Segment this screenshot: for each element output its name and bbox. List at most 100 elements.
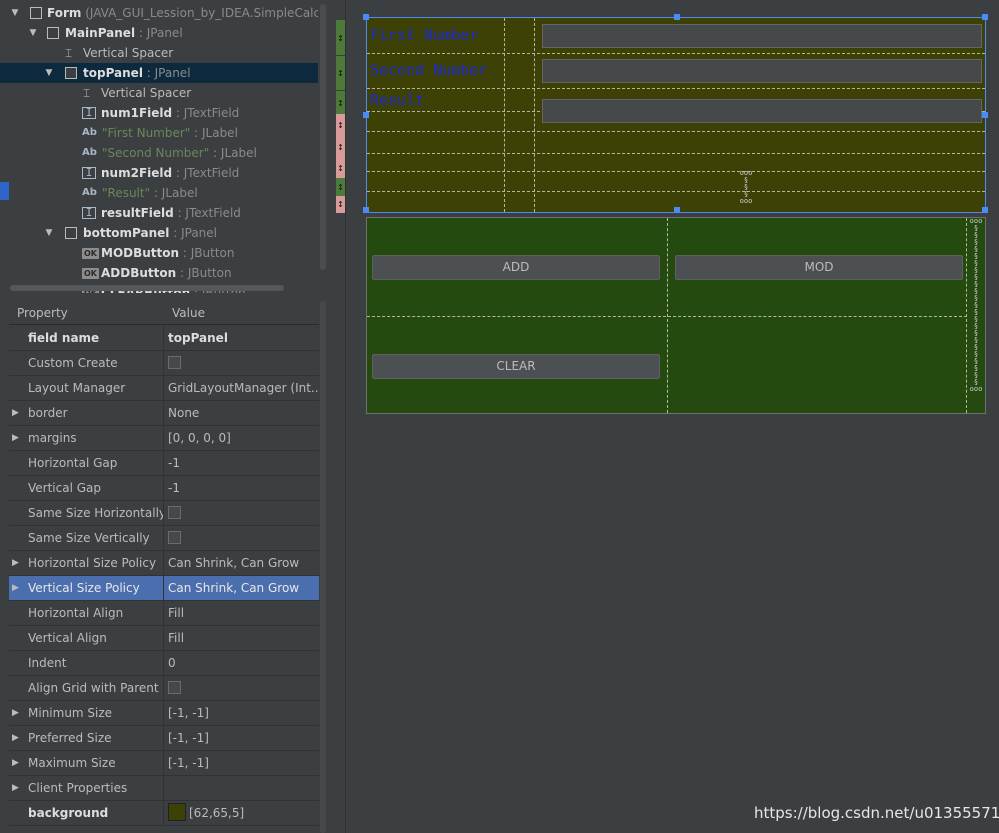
property-value[interactable]: Can Shrink, Can Grow: [168, 551, 319, 575]
property-row[interactable]: ▶ border None: [9, 401, 319, 426]
property-row[interactable]: Vertical Gap -1: [9, 476, 319, 501]
tree-item[interactable]: ▼ Form (JAVA_GUI_Lession_by_IDEA.SimpleCa…: [0, 3, 318, 23]
property-row[interactable]: Vertical Align Fill: [9, 626, 319, 651]
resize-handle[interactable]: [982, 207, 988, 213]
property-row[interactable]: Indent 0: [9, 651, 319, 676]
property-value[interactable]: 0: [168, 651, 319, 675]
tree-item[interactable]: Inum1Field : JTextField: [0, 103, 318, 123]
top-panel[interactable]: First Number Second Number Result ooo § § §…: [366, 17, 986, 213]
property-value[interactable]: [-1, -1]: [168, 701, 319, 725]
mod-button[interactable]: MOD: [675, 255, 963, 280]
property-row[interactable]: Same Size Vertically: [9, 526, 319, 551]
checkbox-icon[interactable]: [30, 7, 42, 19]
checkbox-icon[interactable]: [65, 67, 77, 79]
expand-triangle-icon[interactable]: ▼: [28, 23, 38, 43]
tree-item[interactable]: ▼ MainPanel : JPanel: [0, 23, 318, 43]
property-value[interactable]: [62,65,5]: [168, 801, 319, 825]
tree-item[interactable]: IresultField : JTextField: [0, 203, 318, 223]
property-row[interactable]: Custom Create: [9, 351, 319, 376]
resize-handle[interactable]: [363, 207, 369, 213]
resize-handle[interactable]: [982, 14, 988, 20]
property-value[interactable]: topPanel: [168, 326, 319, 350]
expand-triangle-icon[interactable]: ▼: [10, 3, 20, 23]
property-value[interactable]: Fill: [168, 601, 319, 625]
tree-item[interactable]: Ab "Second Number" : JLabel: [0, 143, 318, 163]
tree-item[interactable]: ▼ bottomPanel : JPanel: [0, 223, 318, 243]
property-row[interactable]: ▶ Maximum Size [-1, -1]: [9, 751, 319, 776]
resize-handle[interactable]: [674, 14, 680, 20]
tree-item[interactable]: Ab "First Number" : JLabel: [0, 123, 318, 143]
property-row[interactable]: ▶ Preferred Size [-1, -1]: [9, 726, 319, 751]
result-field[interactable]: [542, 99, 982, 123]
checkbox-icon[interactable]: [65, 227, 77, 239]
tree-item[interactable]: OK MODButton : JButton: [0, 243, 318, 263]
add-button[interactable]: ADD: [372, 255, 660, 280]
property-row[interactable]: field name topPanel: [9, 326, 319, 351]
resize-handle[interactable]: [363, 112, 369, 118]
property-value[interactable]: None: [168, 401, 319, 425]
property-value[interactable]: [-1, -1]: [168, 726, 319, 750]
checkbox-icon[interactable]: [47, 27, 59, 39]
property-row[interactable]: ▶ Minimum Size [-1, -1]: [9, 701, 319, 726]
property-row[interactable]: Horizontal Gap -1: [9, 451, 319, 476]
expand-triangle-icon[interactable]: ▼: [44, 223, 54, 243]
tree-item[interactable]: ⌶ Vertical Spacer: [0, 43, 318, 63]
property-row[interactable]: ▶ Client Properties: [9, 776, 319, 801]
property-value[interactable]: -1: [168, 451, 319, 475]
property-value[interactable]: [168, 501, 319, 525]
row-gutter-cell[interactable]: ↕: [336, 136, 345, 158]
property-row[interactable]: Align Grid with Parent: [9, 676, 319, 701]
resize-handle[interactable]: [363, 14, 369, 20]
row-gutter-cell[interactable]: ↕: [336, 20, 345, 55]
tree-horizontal-scrollbar[interactable]: [10, 285, 284, 291]
property-value[interactable]: GridLayoutManager (Int...: [168, 376, 319, 400]
tree-item[interactable]: OK ADDButton : JButton: [0, 263, 318, 283]
tree-item[interactable]: Ab "Result" : JLabel: [0, 183, 318, 203]
num1-field[interactable]: [542, 24, 982, 48]
property-value[interactable]: [168, 676, 319, 700]
property-scrollbar[interactable]: [319, 301, 328, 833]
property-row[interactable]: ▶ Vertical Size Policy Can Shrink, Can Gro…: [9, 576, 319, 601]
row-gutter-cell[interactable]: ↕: [336, 56, 345, 90]
property-value[interactable]: [168, 776, 319, 800]
property-row[interactable]: Same Size Horizontally: [9, 501, 319, 526]
property-value[interactable]: Can Shrink, Can Grow: [168, 576, 319, 600]
row-gutter-cell[interactable]: ↕: [336, 114, 345, 136]
tree-vertical-scrollbar[interactable]: [318, 0, 328, 270]
num2-field[interactable]: [542, 59, 982, 83]
row-gutter-cell[interactable]: ↕: [336, 178, 345, 196]
resize-handle[interactable]: [982, 112, 988, 118]
tree-item[interactable]: ⌶ Vertical Spacer: [0, 83, 318, 103]
property-row[interactable]: background [62,65,5]: [9, 801, 319, 826]
property-checkbox[interactable]: [168, 531, 181, 544]
tree-item[interactable]: Inum2Field : JTextField: [0, 163, 318, 183]
row-gutter-cell[interactable]: ↕: [336, 158, 345, 178]
vertical-spacer-icon[interactable]: ooo § § § ooo: [739, 170, 753, 205]
property-value[interactable]: -1: [168, 476, 319, 500]
property-value[interactable]: [168, 526, 319, 550]
result-label[interactable]: Result: [370, 91, 424, 109]
tree-item[interactable]: ▼ topPanel : JPanel: [0, 63, 318, 83]
property-row[interactable]: ▶ Horizontal Size Policy Can Shrink, Can G…: [9, 551, 319, 576]
horizontal-spacer-icon[interactable]: ooo § § § § § § § § § § § § § § § § § § § § § § § ooo: [969, 218, 983, 413]
resize-handle[interactable]: [674, 207, 680, 213]
property-row[interactable]: Horizontal Align Fill: [9, 601, 319, 626]
form-canvas[interactable]: First Number Second Number Result ooo § § §…: [363, 14, 989, 417]
row-gutter-cell[interactable]: ↕: [336, 91, 345, 114]
row-gutter-cell[interactable]: ↕: [336, 196, 345, 213]
bottom-panel[interactable]: ADD MOD CLEAR ooo § § § § § § § § § § § § § § § § § § § § § § §…: [366, 217, 986, 414]
property-row[interactable]: ▶ margins [0, 0, 0, 0]: [9, 426, 319, 451]
property-checkbox[interactable]: [168, 506, 181, 519]
expand-triangle-icon[interactable]: ▼: [44, 63, 54, 83]
clear-button[interactable]: CLEAR: [372, 354, 660, 379]
pane-divider[interactable]: [345, 0, 346, 833]
property-value[interactable]: [0, 0, 0, 0]: [168, 426, 319, 450]
property-checkbox[interactable]: [168, 681, 181, 694]
first-number-label[interactable]: First Number: [370, 26, 478, 44]
property-checkbox[interactable]: [168, 356, 181, 369]
property-value[interactable]: [-1, -1]: [168, 751, 319, 775]
property-row[interactable]: Layout Manager GridLayoutManager (Int...: [9, 376, 319, 401]
color-swatch[interactable]: [168, 803, 186, 821]
property-value[interactable]: [168, 351, 319, 375]
second-number-label[interactable]: Second Number: [370, 61, 487, 79]
